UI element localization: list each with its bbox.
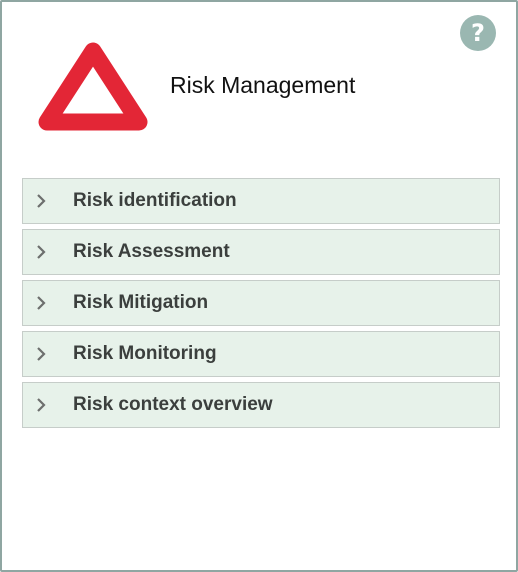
menu-item-risk-assessment[interactable]: Risk Assessment	[22, 229, 500, 275]
chevron-right-icon	[23, 346, 73, 362]
menu-item-risk-mitigation[interactable]: Risk Mitigation	[22, 280, 500, 326]
chevron-right-icon	[23, 244, 73, 260]
risk-menu: Risk identification Risk Assessment Risk…	[22, 178, 500, 433]
menu-item-risk-identification[interactable]: Risk identification	[22, 178, 500, 224]
menu-item-label: Risk Mitigation	[73, 292, 209, 313]
page-title: Risk Management	[170, 72, 356, 98]
chevron-right-icon	[23, 295, 73, 311]
chevron-right-icon	[23, 193, 73, 209]
menu-item-label: Risk Monitoring	[73, 343, 217, 364]
menu-item-label: Risk identification	[73, 190, 237, 211]
menu-item-risk-monitoring[interactable]: Risk Monitoring	[22, 331, 500, 377]
menu-item-risk-context-overview[interactable]: Risk context overview	[22, 382, 500, 428]
warning-triangle-icon	[38, 42, 148, 131]
menu-item-label: Risk context overview	[73, 394, 273, 415]
chevron-right-icon	[23, 397, 73, 413]
menu-item-label: Risk Assessment	[73, 241, 230, 262]
help-question-icon[interactable]: ?	[460, 15, 496, 51]
risk-management-panel: ? Risk Management Risk identification Ri…	[0, 0, 518, 572]
